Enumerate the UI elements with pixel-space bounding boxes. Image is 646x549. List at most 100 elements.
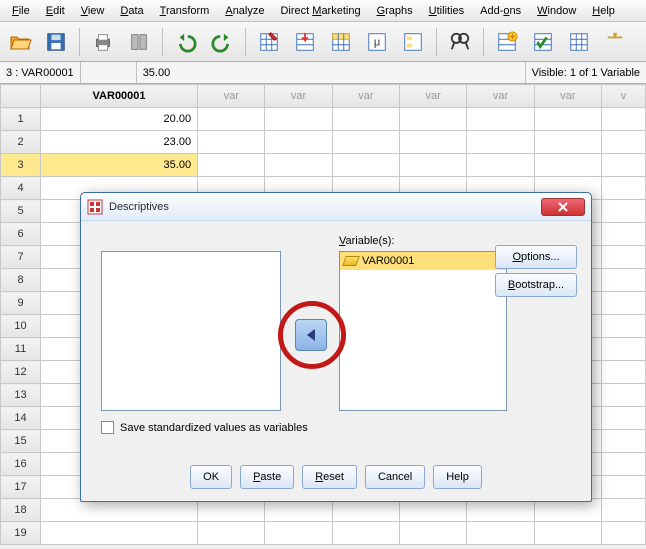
row-header[interactable]: 2 — [1, 131, 41, 154]
cell[interactable] — [467, 131, 534, 154]
row-header[interactable]: 1 — [1, 108, 41, 131]
undo-icon[interactable] — [170, 26, 202, 58]
cell[interactable] — [534, 131, 601, 154]
close-button[interactable] — [541, 198, 585, 216]
cell[interactable] — [601, 269, 645, 292]
row-header[interactable]: 8 — [1, 269, 41, 292]
cell[interactable] — [400, 522, 467, 545]
row-header[interactable]: 11 — [1, 338, 41, 361]
cell[interactable] — [534, 522, 601, 545]
cell[interactable] — [332, 108, 399, 131]
variables-icon[interactable] — [325, 26, 357, 58]
checkbox-icon[interactable] — [101, 421, 114, 434]
cell[interactable] — [601, 246, 645, 269]
paste-button[interactable]: Paste — [240, 465, 294, 489]
cell[interactable] — [41, 522, 198, 545]
row-header[interactable]: 19 — [1, 522, 41, 545]
column-header[interactable]: var — [534, 85, 601, 108]
menu-addons[interactable]: Add-ons — [472, 2, 529, 20]
cell[interactable]: 35.00 — [41, 154, 198, 177]
target-variables-list[interactable]: VAR00001 — [339, 251, 507, 411]
menu-graphs[interactable]: Graphs — [369, 2, 421, 20]
cell[interactable] — [601, 522, 645, 545]
cell[interactable] — [400, 131, 467, 154]
source-variables-list[interactable] — [101, 251, 281, 411]
cell[interactable] — [601, 338, 645, 361]
column-header[interactable]: var — [265, 85, 332, 108]
column-header[interactable]: var — [332, 85, 399, 108]
row-header[interactable]: 12 — [1, 361, 41, 384]
weight-cases-icon[interactable] — [563, 26, 595, 58]
cell[interactable] — [601, 154, 645, 177]
goto-variable-icon[interactable] — [289, 26, 321, 58]
cell[interactable] — [265, 108, 332, 131]
cell[interactable] — [601, 430, 645, 453]
cell[interactable] — [601, 177, 645, 200]
row-header[interactable]: 3 — [1, 154, 41, 177]
row-header[interactable]: 15 — [1, 430, 41, 453]
column-header[interactable]: var — [400, 85, 467, 108]
cell[interactable] — [601, 315, 645, 338]
cell[interactable] — [467, 522, 534, 545]
cell-value-input[interactable]: 35.00 — [136, 62, 525, 83]
cell[interactable] — [467, 154, 534, 177]
cell[interactable]: 23.00 — [41, 131, 198, 154]
row-header[interactable]: 7 — [1, 246, 41, 269]
ok-button[interactable]: OK — [190, 465, 232, 489]
cell[interactable] — [265, 154, 332, 177]
column-header[interactable]: var — [467, 85, 534, 108]
find-icon[interactable] — [444, 26, 476, 58]
cell[interactable] — [534, 154, 601, 177]
menu-direct-marketing[interactable]: Direct Marketing — [272, 2, 368, 20]
cell[interactable] — [400, 154, 467, 177]
cell[interactable] — [601, 476, 645, 499]
cell[interactable] — [265, 131, 332, 154]
menu-utilities[interactable]: Utilities — [421, 2, 472, 20]
column-header[interactable]: var — [198, 85, 265, 108]
menu-transform[interactable]: Transform — [152, 2, 218, 20]
cell[interactable] — [601, 384, 645, 407]
cell[interactable] — [601, 223, 645, 246]
menu-help[interactable]: Help — [584, 2, 623, 20]
cancel-button[interactable]: Cancel — [365, 465, 425, 489]
row-header[interactable]: 14 — [1, 407, 41, 430]
cell[interactable] — [198, 522, 265, 545]
select-cases-icon[interactable] — [527, 26, 559, 58]
bootstrap-button[interactable]: Bootstrap... — [495, 273, 577, 297]
move-variable-button[interactable] — [295, 319, 327, 351]
split-file-icon[interactable] — [599, 26, 631, 58]
row-header[interactable]: 10 — [1, 315, 41, 338]
open-file-icon[interactable] — [4, 26, 36, 58]
cell[interactable] — [332, 154, 399, 177]
row-header[interactable]: 4 — [1, 177, 41, 200]
cell[interactable] — [601, 453, 645, 476]
cell[interactable] — [198, 108, 265, 131]
insert-case-icon[interactable] — [491, 26, 523, 58]
goto-case-icon[interactable] — [253, 26, 285, 58]
redo-icon[interactable] — [206, 26, 238, 58]
cell[interactable] — [534, 108, 601, 131]
cell[interactable] — [601, 407, 645, 430]
cell[interactable] — [601, 131, 645, 154]
column-header[interactable]: v — [601, 85, 645, 108]
cell[interactable] — [601, 499, 645, 522]
cell[interactable] — [467, 108, 534, 131]
row-header[interactable]: 9 — [1, 292, 41, 315]
print-icon[interactable] — [87, 26, 119, 58]
cell[interactable] — [332, 522, 399, 545]
cell[interactable] — [601, 108, 645, 131]
cell[interactable] — [601, 361, 645, 384]
menu-window[interactable]: Window — [529, 2, 584, 20]
row-header[interactable]: 13 — [1, 384, 41, 407]
recall-icon[interactable] — [123, 26, 155, 58]
cell[interactable] — [332, 131, 399, 154]
row-header[interactable]: 5 — [1, 200, 41, 223]
cell[interactable] — [198, 131, 265, 154]
cell[interactable] — [601, 292, 645, 315]
save-icon[interactable] — [40, 26, 72, 58]
reset-button[interactable]: Reset — [302, 465, 357, 489]
row-header[interactable]: 17 — [1, 476, 41, 499]
grid-corner[interactable] — [1, 85, 41, 108]
row-header[interactable]: 18 — [1, 499, 41, 522]
menu-analyze[interactable]: Analyze — [217, 2, 272, 20]
